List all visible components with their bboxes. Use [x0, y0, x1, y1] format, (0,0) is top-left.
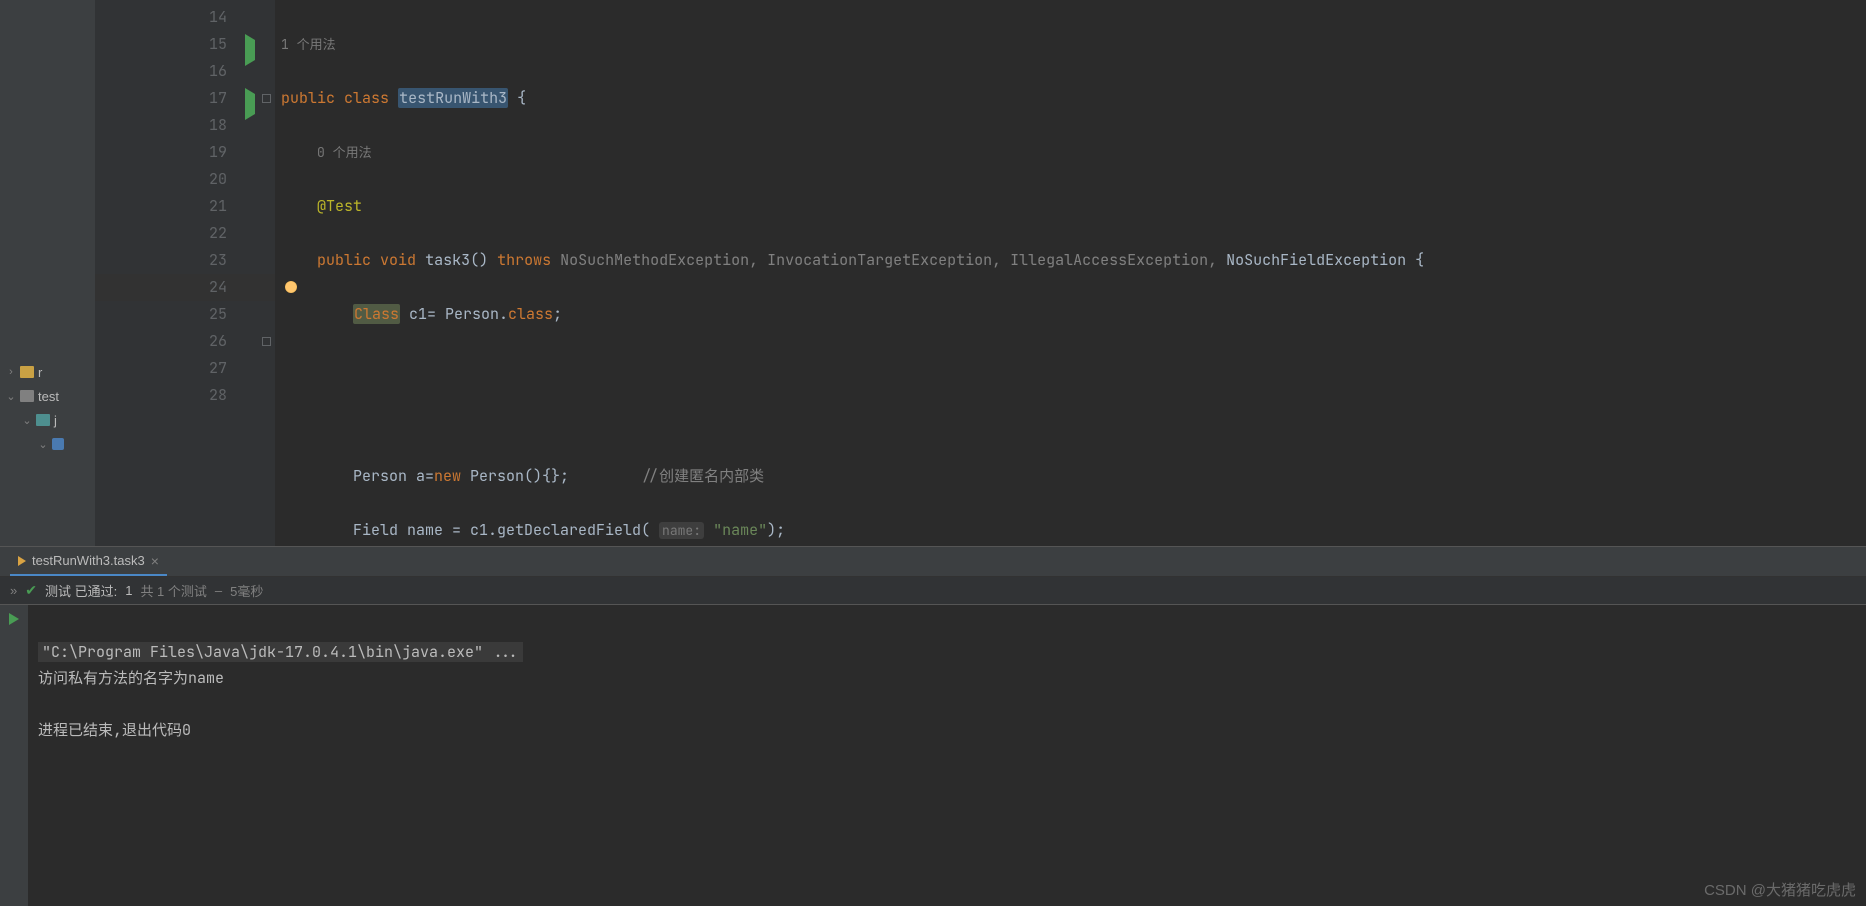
line-number: 17	[209, 85, 227, 112]
code-text: c1= Person.	[400, 304, 508, 324]
console-area: "C:\Program Files\Java\jdk-17.0.4.1\bin\…	[0, 605, 1866, 906]
keyword: new	[434, 466, 461, 486]
line-number: 21	[209, 193, 227, 220]
fold-icon[interactable]	[262, 337, 271, 346]
chevron-right-icon: ›	[6, 366, 16, 378]
string: "name"	[713, 520, 767, 540]
line-number: 22	[209, 220, 227, 247]
code-content[interactable]: 1 个用法 public class testRunWith3 { 0 个用法 …	[275, 0, 1866, 546]
console-line: 访问私有方法的名字为name	[38, 668, 224, 688]
rerun-icon[interactable]	[6, 611, 22, 627]
line-number: 16	[209, 58, 227, 85]
tree-label: r	[38, 365, 42, 380]
test-status-bar: » ✔ 测试 已通过: 1 共 1 个测试 – 5毫秒	[0, 577, 1866, 605]
close-icon[interactable]: ×	[151, 553, 159, 569]
keyword: public	[317, 250, 371, 270]
status-total: 共 1 个测试	[140, 581, 206, 600]
class-name: testRunWith3	[398, 88, 508, 108]
keyword: Class	[353, 304, 400, 324]
line-number: 14	[209, 4, 227, 31]
parens: ()	[470, 250, 488, 270]
status-text: 测试 已通过:	[45, 581, 117, 600]
semicolon: ;	[553, 304, 562, 324]
keyword: public	[281, 88, 335, 108]
keyword: void	[380, 250, 416, 270]
annotation: @Test	[317, 196, 362, 216]
status-count: 1	[125, 583, 132, 598]
line-number: 23	[209, 247, 227, 274]
chevron-right-icon[interactable]: »	[10, 583, 17, 598]
line-number: 24	[209, 274, 227, 301]
method-name: task3	[425, 250, 470, 270]
tree-label: test	[38, 389, 59, 404]
exceptions: NoSuchMethodException, InvocationTargetE…	[551, 250, 1226, 270]
line-number: 27	[209, 355, 227, 382]
run-tab-active[interactable]: testRunWith3.task3 ×	[10, 548, 167, 576]
line-number: 19	[209, 139, 227, 166]
comment: //创建匿名内部类	[641, 466, 764, 486]
keyword: class	[508, 304, 553, 324]
tree-row[interactable]: ⌄ test	[0, 384, 95, 408]
tree-label: j	[54, 413, 57, 428]
ide-root: › r ⌄ test ⌄ j ⌄ 14	[0, 0, 1866, 906]
brace: {	[508, 88, 526, 108]
watermark: CSDN @大猪猪吃虎虎	[1704, 879, 1856, 900]
console-command: "C:\Program Files\Java\jdk-17.0.4.1\bin\…	[38, 642, 523, 662]
exception: NoSuchFieldException	[1226, 250, 1406, 270]
file-icon	[52, 438, 64, 450]
folder-icon	[20, 390, 34, 402]
chevron-down-icon: ⌄	[38, 438, 48, 451]
usage-hint[interactable]: 0 个用法	[317, 144, 372, 161]
code-text: );	[767, 520, 785, 540]
code-text: Field name = c1.getDeclaredField(	[353, 520, 659, 540]
run-toolbar[interactable]	[0, 605, 28, 906]
line-number: 25	[209, 301, 227, 328]
run-class-icon[interactable]	[241, 37, 255, 51]
chevron-down-icon: ⌄	[22, 414, 32, 427]
code-text: Person(){};	[461, 466, 569, 486]
project-sidebar[interactable]: › r ⌄ test ⌄ j ⌄	[0, 0, 95, 546]
tree-row[interactable]: ⌄ j	[0, 408, 95, 432]
line-number: 20	[209, 166, 227, 193]
param-hint: name:	[659, 522, 704, 539]
code-area[interactable]: 14 15 16 17 18 19 20 21 22 23 24	[95, 0, 1866, 546]
usage-hint[interactable]: 1 个用法	[281, 36, 336, 53]
status-time: 5毫秒	[230, 581, 263, 600]
run-tab-label: testRunWith3.task3	[32, 553, 145, 568]
fold-icon[interactable]	[262, 94, 271, 103]
console-output[interactable]: "C:\Program Files\Java\jdk-17.0.4.1\bin\…	[28, 605, 1866, 906]
console-line: 进程已结束,退出代码0	[38, 720, 191, 740]
run-test-icon[interactable]	[241, 91, 255, 105]
folder-icon	[20, 366, 34, 378]
line-number: 26	[209, 328, 227, 355]
run-tab-icon	[18, 556, 26, 566]
chevron-down-icon: ⌄	[6, 390, 16, 403]
folder-icon	[36, 414, 50, 426]
line-number: 15	[209, 31, 227, 58]
code-text: Person a=	[353, 466, 434, 486]
lightbulb-icon[interactable]	[285, 281, 297, 293]
status-dash: –	[215, 583, 222, 598]
line-number: 28	[209, 382, 227, 409]
gutter[interactable]: 14 15 16 17 18 19 20 21 22 23 24	[95, 0, 275, 546]
tree-row[interactable]: › r	[0, 360, 95, 384]
editor-with-sidebar: › r ⌄ test ⌄ j ⌄ 14	[0, 0, 1866, 546]
run-tool-window: testRunWith3.task3 × » ✔ 测试 已通过: 1 共 1 个测…	[0, 546, 1866, 906]
tree-row[interactable]: ⌄	[0, 432, 95, 456]
keyword: throws	[497, 250, 551, 270]
run-tabs[interactable]: testRunWith3.task3 ×	[0, 547, 1866, 577]
check-icon: ✔	[25, 582, 37, 599]
line-number: 18	[209, 112, 227, 139]
brace: {	[1406, 250, 1424, 270]
code-editor: 14 15 16 17 18 19 20 21 22 23 24	[95, 0, 1866, 546]
keyword: class	[344, 88, 389, 108]
